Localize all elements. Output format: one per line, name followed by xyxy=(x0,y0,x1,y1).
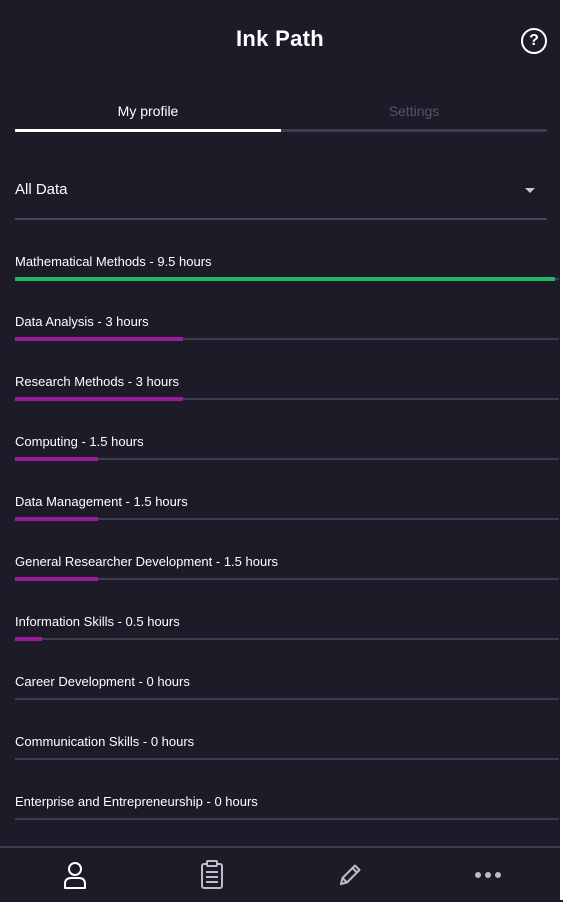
category-label: General Researcher Development - 1.5 hou… xyxy=(15,554,279,569)
category-row[interactable]: Information Skills - 0.5 hours xyxy=(15,600,560,660)
category-progress-list: Mathematical Methods - 9.5 hours Data Ana… xyxy=(15,240,560,840)
progress-fill xyxy=(15,397,183,401)
more-icon xyxy=(475,872,501,878)
progress-track xyxy=(15,698,559,700)
progress-fill xyxy=(15,517,98,521)
category-row[interactable]: Data Analysis - 3 hours xyxy=(15,300,560,360)
app-header: Ink Path ? xyxy=(0,0,560,82)
nav-pencil[interactable] xyxy=(280,848,420,902)
progress-track xyxy=(15,638,559,640)
category-label: Information Skills - 0.5 hours xyxy=(15,614,180,629)
clipboard-icon xyxy=(201,860,223,889)
progress-track xyxy=(15,818,559,820)
category-row[interactable]: Computing - 1.5 hours xyxy=(15,420,560,480)
dropdown-underline xyxy=(15,218,547,220)
help-circle-icon[interactable]: ? xyxy=(521,28,547,54)
data-filter-dropdown[interactable]: All Data xyxy=(15,165,547,221)
category-row[interactable]: General Researcher Development - 1.5 hou… xyxy=(15,540,560,600)
category-row[interactable]: Communication Skills - 0 hours xyxy=(15,720,560,780)
category-row[interactable]: Research Methods - 3 hours xyxy=(15,360,560,420)
category-label: Career Development - 0 hours xyxy=(15,674,190,689)
category-row[interactable]: Data Management - 1.5 hours xyxy=(15,480,560,540)
category-label: Computing - 1.5 hours xyxy=(15,434,144,449)
category-row[interactable]: Enterprise and Entrepreneurship - 0 hour… xyxy=(15,780,560,840)
progress-fill xyxy=(15,457,98,461)
app-screen: Ink Path ? My profile Settings All Data … xyxy=(0,0,560,902)
progress-track xyxy=(15,758,559,760)
pencil-icon xyxy=(340,864,361,885)
tab-bar: My profile Settings xyxy=(15,96,547,132)
category-label: Research Methods - 3 hours xyxy=(15,374,180,389)
profile-icon xyxy=(64,862,86,889)
category-label: Data Analysis - 3 hours xyxy=(15,314,149,329)
app-title: Ink Path xyxy=(236,26,324,51)
tab-my-profile[interactable]: My profile xyxy=(15,96,281,132)
category-label: Data Management - 1.5 hours xyxy=(15,494,188,509)
tab-active-indicator xyxy=(15,129,281,132)
category-label: Mathematical Methods - 9.5 hours xyxy=(15,254,212,269)
tab-settings[interactable]: Settings xyxy=(281,96,547,132)
progress-fill xyxy=(15,577,98,581)
progress-fill xyxy=(15,337,183,341)
progress-fill xyxy=(15,637,42,641)
nav-clipboard[interactable] xyxy=(142,848,282,902)
data-filter-value: All Data xyxy=(15,181,68,198)
category-row[interactable]: Mathematical Methods - 9.5 hours xyxy=(15,240,560,300)
category-row[interactable]: Career Development - 0 hours xyxy=(15,660,560,720)
nav-profile[interactable] xyxy=(5,848,145,902)
bottom-navigation xyxy=(0,846,560,902)
dropdown-caret-icon xyxy=(525,188,535,193)
category-label: Enterprise and Entrepreneurship - 0 hour… xyxy=(15,794,258,809)
progress-fill xyxy=(15,277,555,281)
category-label: Communication Skills - 0 hours xyxy=(15,734,195,749)
nav-more[interactable] xyxy=(418,848,558,902)
